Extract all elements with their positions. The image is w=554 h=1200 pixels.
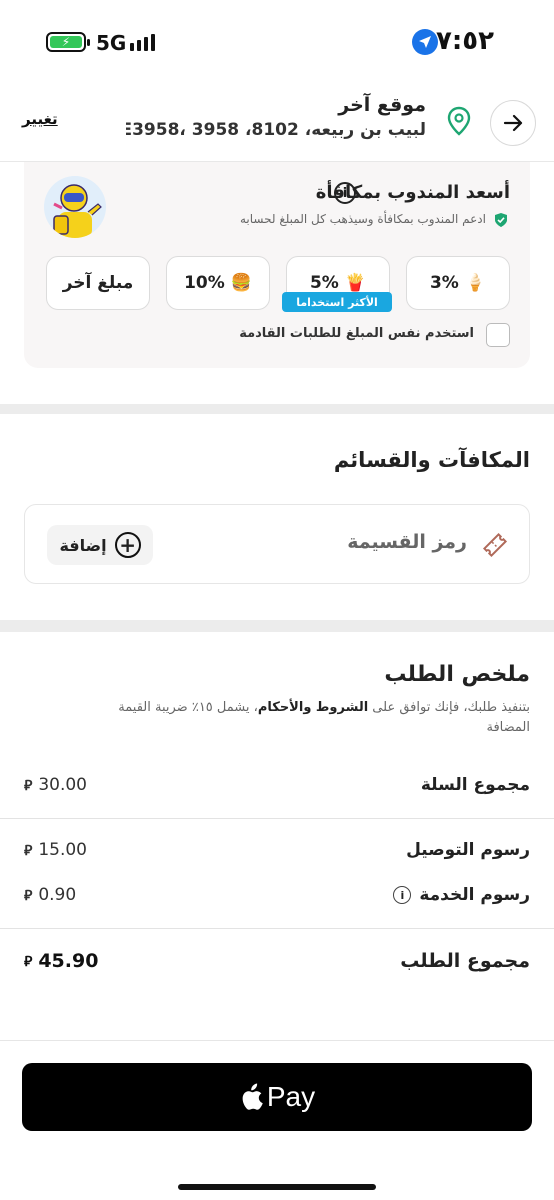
apple-pay-label: Pay	[266, 1081, 316, 1112]
divider-line	[0, 928, 554, 929]
location-pin-icon	[447, 106, 471, 136]
plus-icon: +	[114, 532, 141, 558]
delivery-address-header: موقع آخر لبيب بن ربيعه، 8102، FHGE3958، …	[0, 84, 554, 162]
status-bar: ⚡ 5G ٧:٥٢	[0, 0, 554, 84]
basket-total-value: 30.00	[38, 775, 87, 795]
network-type: 5G	[96, 31, 127, 55]
fries-icon: 🍟	[344, 273, 367, 293]
back-button[interactable]	[490, 100, 536, 146]
location-arrow-icon	[412, 29, 438, 55]
riyal-icon: ⃁	[24, 954, 33, 970]
service-fee-label: رسوم الخدمة	[419, 885, 530, 905]
section-divider	[0, 620, 554, 632]
terms-text: بتنفيذ طلبك، فإنك توافق على الشروط والأح…	[118, 700, 530, 735]
battery-icon: ⚡	[46, 32, 90, 52]
delivery-fee-label: رسوم التوصيل	[406, 840, 530, 860]
terms-link[interactable]: الشروط والأحكام	[258, 700, 368, 715]
apple-pay-button[interactable]: Pay	[22, 1063, 532, 1131]
arrow-right-icon	[503, 114, 523, 132]
tip-subtitle: ادعم المندوب بمكافأة وسيذهب كل المبلغ لح…	[239, 212, 486, 226]
rewards-title: المكافآت والقسائم	[333, 448, 530, 472]
order-total-label: مجموع الطلب	[400, 950, 530, 972]
riyal-icon: ⃁	[24, 888, 33, 904]
tip-option-custom-label: مبلغ آخر	[62, 273, 134, 293]
same-amount-label: استخدم نفس المبلغ للطلبات القادمة	[239, 326, 474, 341]
tip-option-5-label: 5%	[309, 273, 339, 293]
shield-check-icon	[495, 213, 507, 227]
add-coupon-button[interactable]: + إضافة	[47, 525, 153, 565]
info-icon[interactable]: i	[334, 182, 356, 204]
tip-option-10[interactable]: 10% 🍔	[166, 256, 270, 310]
tip-option-3-label: 3%	[429, 273, 459, 293]
order-total-value: 45.90	[38, 950, 99, 972]
tip-option-10-label: 10%	[184, 273, 225, 293]
info-icon[interactable]: i	[393, 886, 412, 904]
tip-option-3[interactable]: 3% 🍦	[406, 256, 510, 310]
address-line: لبيب بن ربيعه، 8102، FHGE3958، 3958....	[126, 120, 426, 140]
most-used-badge: الأكثر استخداما	[282, 292, 392, 312]
home-indicator	[178, 1184, 376, 1190]
delivery-fee-row: رسوم التوصيل ⃁ 15.00	[24, 835, 530, 865]
service-fee-value: 0.90	[38, 885, 77, 905]
order-total-row: مجموع الطلب ⃁ 45.90	[24, 946, 530, 976]
checkout-footer: Pay	[0, 1040, 554, 1200]
coupon-label: رمز القسيمة	[347, 531, 467, 553]
riyal-icon: ⃁	[24, 778, 33, 794]
apple-icon	[242, 1083, 263, 1110]
same-amount-checkbox[interactable]	[486, 323, 510, 347]
tip-card: أسعد المندوب بمكافأة i ادعم المندوب بمكا…	[24, 162, 530, 368]
address-title: موقع آخر	[338, 94, 426, 116]
basket-total-label: مجموع السلة	[420, 775, 530, 795]
order-summary-title: ملخص الطلب	[384, 662, 530, 687]
tip-option-custom[interactable]: مبلغ آخر	[46, 256, 150, 310]
add-coupon-label: إضافة	[59, 535, 107, 555]
divider-line	[0, 818, 554, 819]
signal-icon	[130, 34, 155, 51]
courier-avatar	[44, 176, 106, 238]
change-address-link[interactable]: تغيير	[22, 110, 58, 128]
riyal-icon: ⃁	[24, 843, 33, 859]
clock: ٧:٥٢	[435, 26, 494, 56]
section-divider	[0, 404, 554, 414]
ticket-icon	[482, 532, 508, 558]
service-fee-row: رسوم الخدمة i ⃁ 0.90	[24, 880, 530, 910]
ice-cream-icon: 🍦	[464, 273, 487, 293]
delivery-fee-value: 15.00	[38, 840, 87, 860]
coupon-row[interactable]: رمز القسيمة + إضافة	[24, 504, 530, 584]
basket-total-row: مجموع السلة ⃁ 30.00	[24, 770, 530, 800]
burger-icon: 🍔	[230, 273, 252, 293]
